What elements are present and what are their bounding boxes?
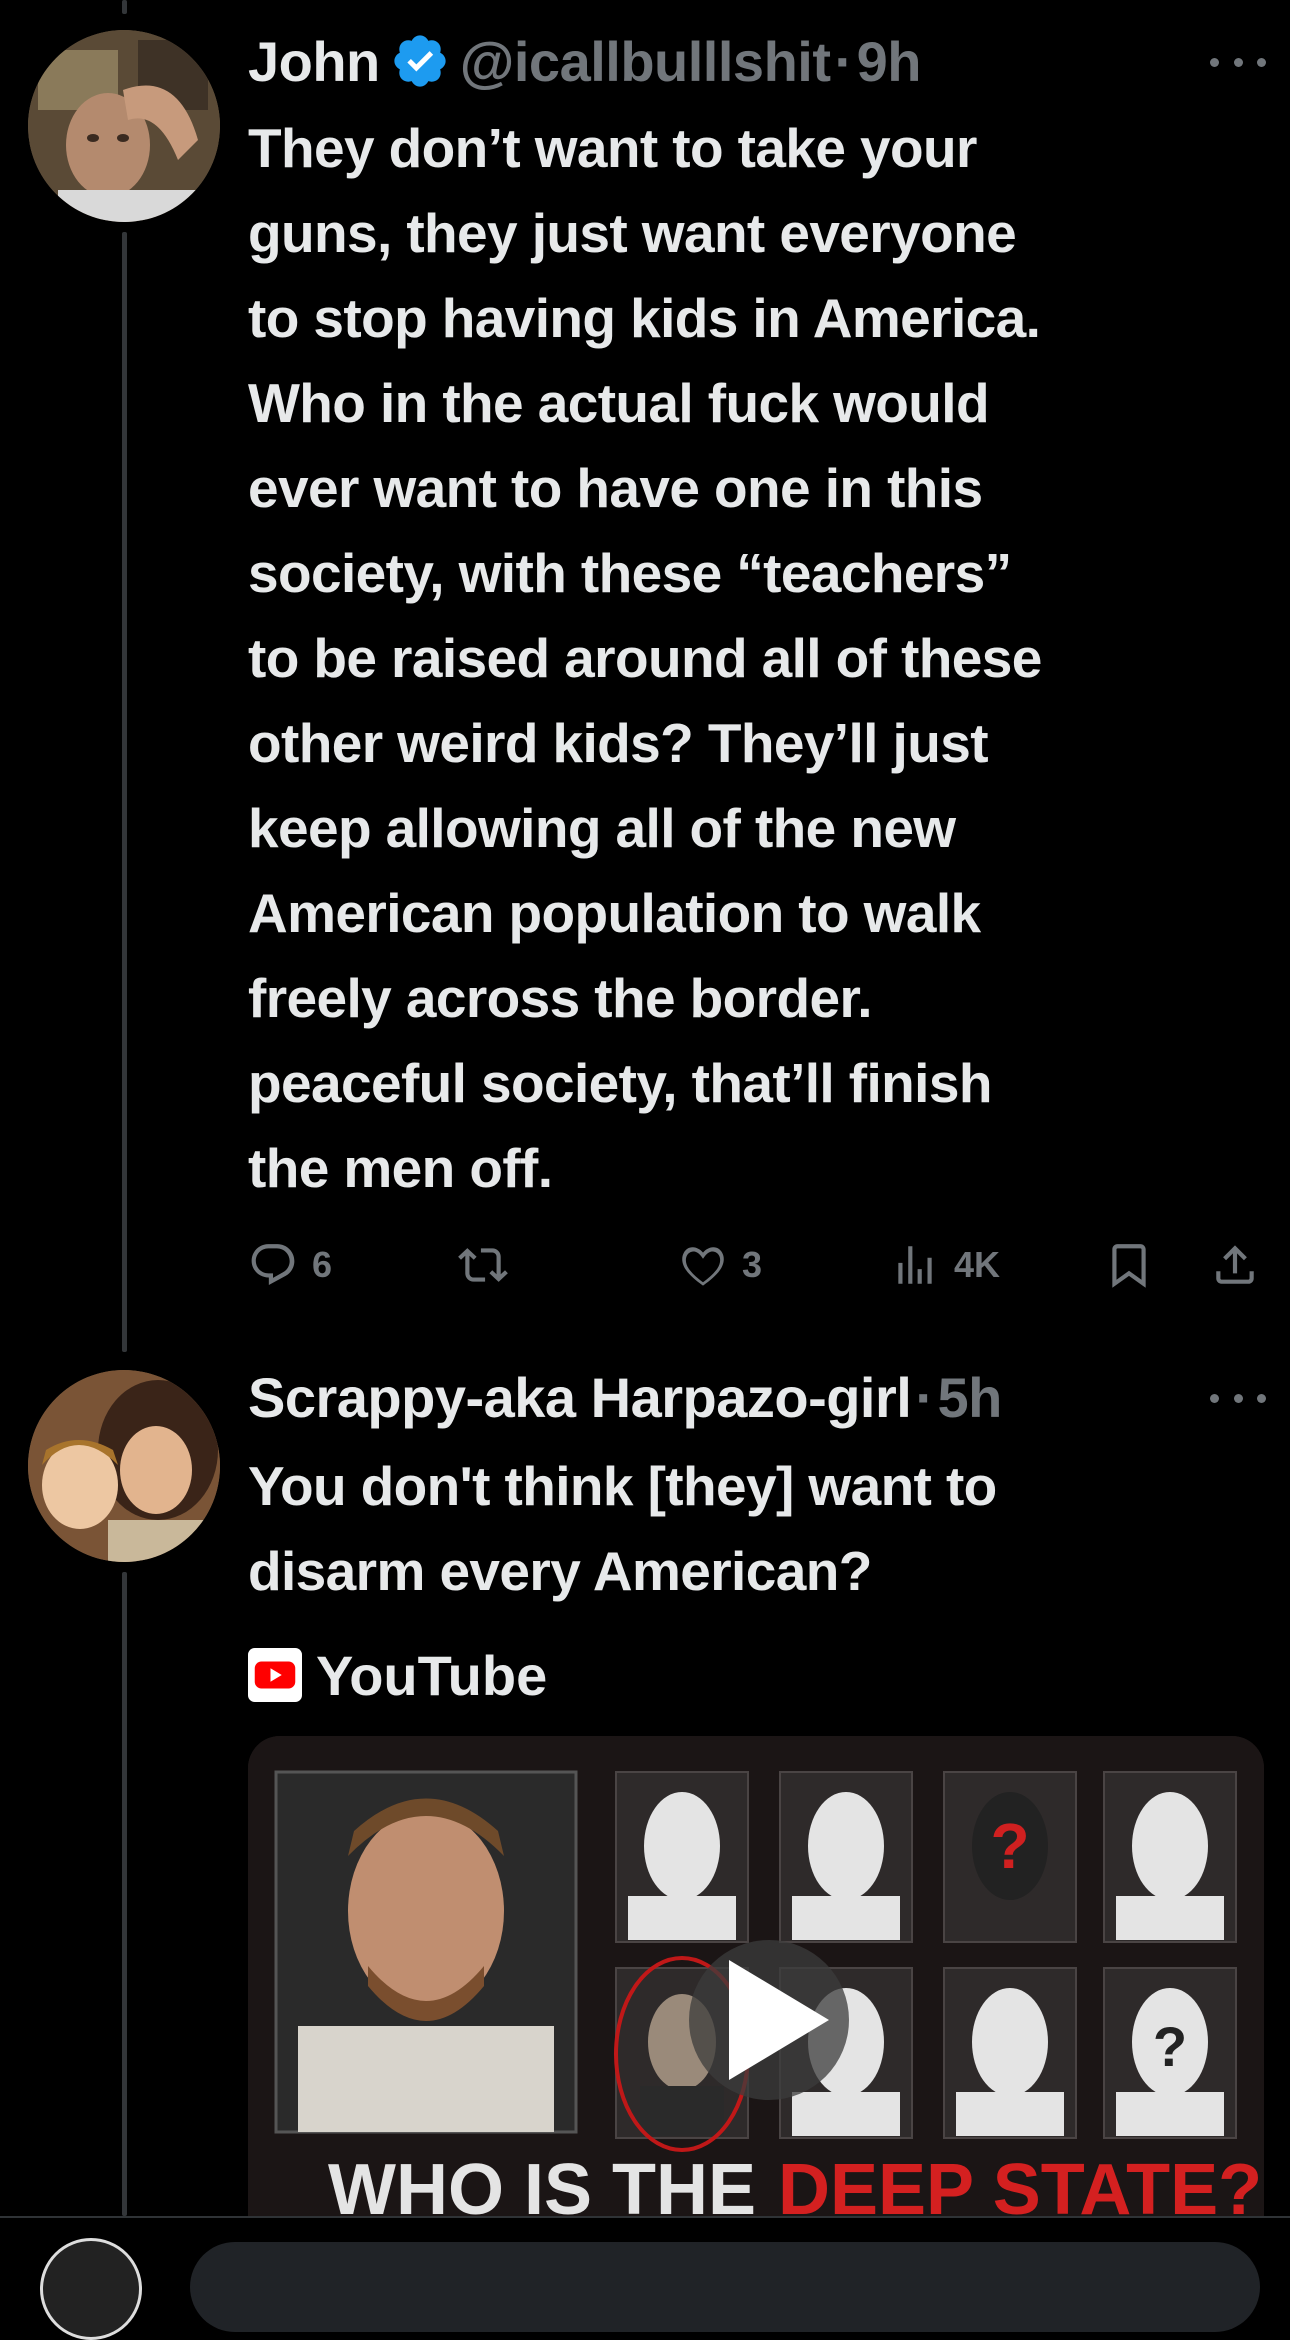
video-thumbnail[interactable]: ? ? WHO IS THE DEEP STATE?	[248, 1736, 1264, 2216]
thread-line-tweet2	[122, 1572, 127, 2216]
tweet1-actions: 6 3 4K	[248, 1230, 1268, 1300]
svg-text:?: ?	[1153, 2015, 1187, 2078]
svg-text:?: ?	[990, 1810, 1029, 1882]
share-icon	[1216, 1245, 1254, 1284]
display-name[interactable]: John	[248, 29, 380, 94]
avatar-scrappy[interactable]	[28, 1370, 220, 1562]
bookmark-button[interactable]	[1104, 1230, 1154, 1300]
views-count: 4K	[954, 1244, 1001, 1285]
tweet1-header: John @icallbulllshit · 9h	[248, 26, 1266, 96]
tweet1-text: They don’t want to take your guns, they …	[248, 117, 1042, 1199]
reply-composer-bar	[0, 2216, 1290, 2340]
thread-line-top	[122, 0, 127, 14]
like-icon	[682, 1247, 724, 1286]
more-icon[interactable]	[1210, 42, 1266, 82]
thread-line-tweet1	[122, 232, 127, 1352]
tweet2-header: Scrappy-aka Harpazo-girl · 5h	[248, 1362, 1266, 1432]
current-user-avatar[interactable]	[40, 2238, 142, 2340]
views-icon	[898, 1246, 932, 1284]
reply-icon	[251, 1244, 295, 1285]
like-button[interactable]: 3	[678, 1230, 762, 1300]
tweet2-text: You don't think [they] want to disarm ev…	[248, 1455, 997, 1602]
reply-input[interactable]	[190, 2242, 1260, 2332]
reply-count: 6	[312, 1244, 333, 1285]
link-source[interactable]: YouTube	[248, 1640, 547, 1710]
like-count: 3	[742, 1244, 763, 1285]
svg-text:WHO IS THE: WHO IS THE	[328, 2150, 756, 2216]
svg-text:DEEP STATE?: DEEP STATE?	[778, 2150, 1262, 2216]
timestamp[interactable]: 9h	[857, 29, 922, 94]
display-name[interactable]: Scrappy-aka Harpazo-girl	[248, 1365, 912, 1430]
views-button[interactable]: 4K	[890, 1230, 1000, 1300]
more-icon[interactable]	[1210, 1378, 1266, 1418]
handle[interactable]: @icallbulllshit	[460, 29, 831, 94]
share-button[interactable]	[1210, 1230, 1260, 1300]
reply-button[interactable]: 6	[248, 1230, 332, 1300]
avatar-john[interactable]	[28, 30, 220, 222]
verified-badge-icon	[390, 31, 450, 91]
bookmark-icon	[1112, 1244, 1146, 1288]
retweet-button[interactable]	[458, 1230, 508, 1300]
link-source-label: YouTube	[316, 1643, 548, 1707]
youtube-icon	[248, 1648, 302, 1702]
retweet-icon	[458, 1248, 508, 1282]
separator-dot: ·	[834, 29, 853, 93]
separator-dot: ·	[915, 1365, 934, 1429]
timestamp[interactable]: 5h	[938, 1365, 1003, 1430]
play-icon[interactable]	[689, 1940, 849, 2100]
